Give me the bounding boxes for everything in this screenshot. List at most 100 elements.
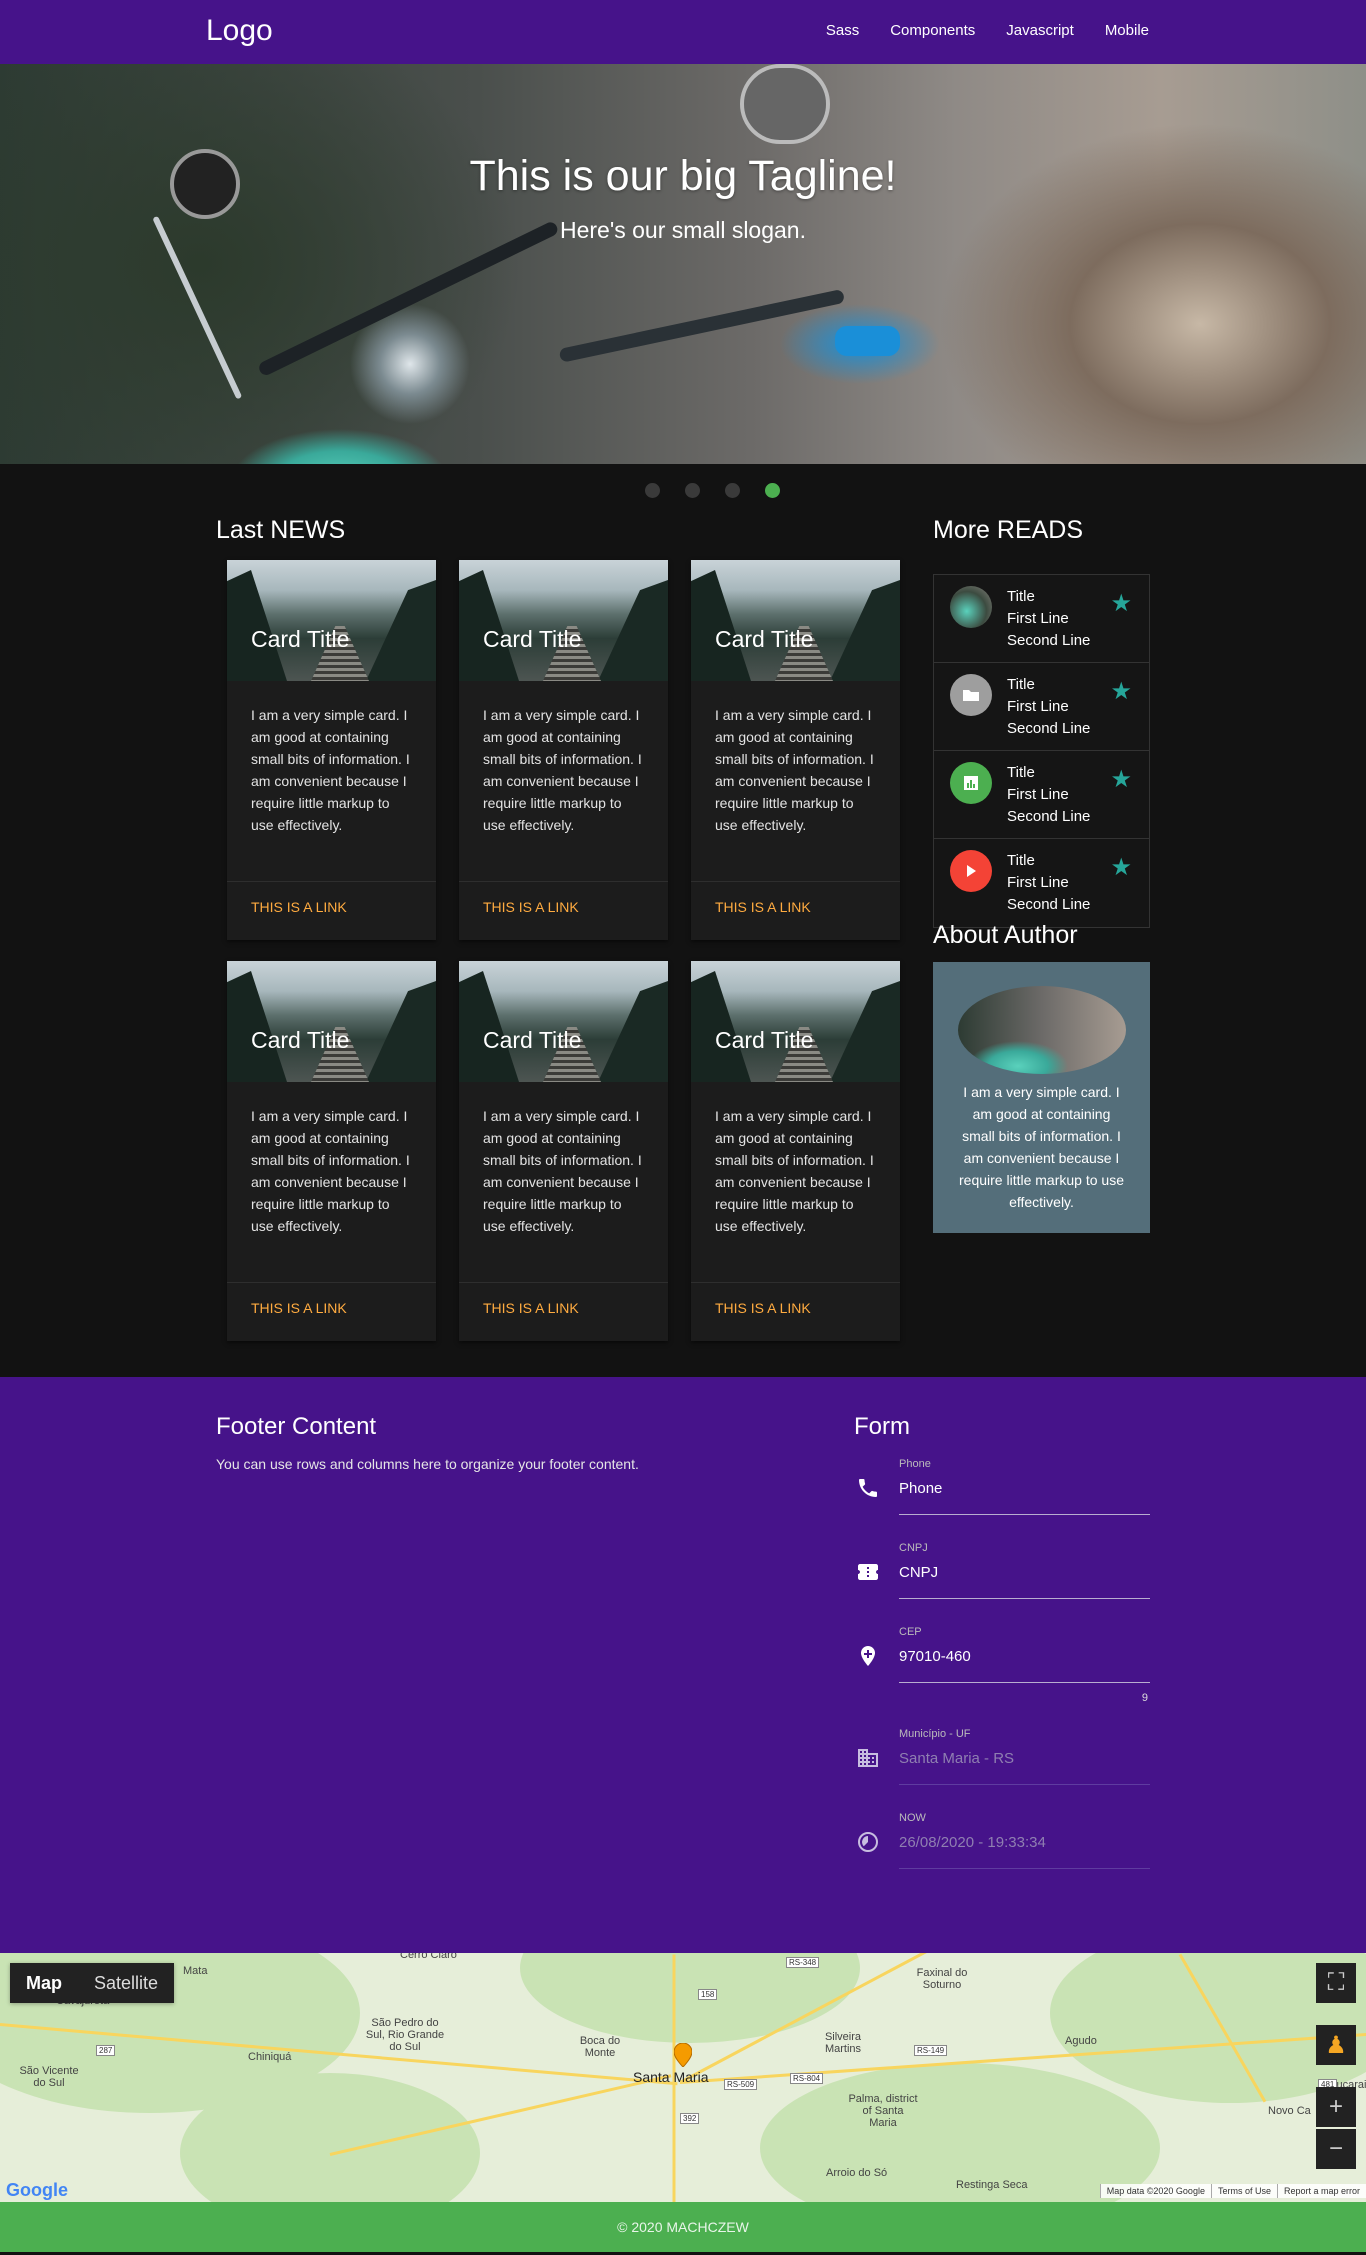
read-line: Second Line: [1007, 632, 1091, 649]
map-label: Arroio do Só: [826, 2167, 888, 2179]
card-link[interactable]: THIS IS A LINK: [459, 1282, 668, 1333]
star-icon[interactable]: ★: [1110, 853, 1132, 882]
card-text: I am a very simple card. I am good at co…: [483, 707, 642, 833]
about-section-title: About Author: [933, 921, 1078, 949]
read-line: First Line: [1007, 786, 1069, 803]
fullscreen-icon[interactable]: ⛶: [1316, 1963, 1356, 2003]
map-type-map-button[interactable]: Map: [10, 1963, 78, 2003]
footer-text: You can use rows and columns here to org…: [216, 1456, 639, 1472]
card-title: Card Title: [715, 626, 814, 652]
cep-label: CEP: [899, 1626, 922, 1638]
assessment-icon: [950, 762, 992, 804]
municipio-field: Município - UF Santa Maria - RS: [854, 1728, 1150, 1785]
list-item[interactable]: Title First Line Second Line ★: [934, 751, 1149, 839]
map-label: Faxinal do Soturno: [916, 1967, 968, 1991]
cep-field[interactable]: CEP 97010-460 9: [854, 1626, 1150, 1704]
card-title: Card Title: [715, 1027, 814, 1053]
list-item[interactable]: Title First Line Second Line ★: [934, 839, 1149, 927]
map-label: Boca do Monte: [579, 2035, 621, 2059]
phone-input[interactable]: Phone: [899, 1480, 942, 1497]
phone-icon: [859, 1479, 877, 1497]
card-image: Card Title: [459, 961, 668, 1082]
map-type-control: Map Satellite: [10, 1963, 175, 2003]
about-text: I am a very simple card. I am good at co…: [959, 1084, 1124, 1210]
nav-item-javascript[interactable]: Javascript: [1006, 22, 1074, 39]
star-icon[interactable]: ★: [1110, 765, 1132, 794]
card-image: Card Title: [459, 560, 668, 681]
cnpj-input[interactable]: CNPJ: [899, 1564, 938, 1581]
nav-item-mobile[interactable]: Mobile: [1105, 22, 1149, 39]
card-link[interactable]: THIS IS A LINK: [459, 881, 668, 932]
slide-indicator-3[interactable]: [724, 482, 740, 498]
slide-indicator-2[interactable]: [684, 482, 700, 498]
copyright-bar: © 2020 MACHCZEW: [0, 2202, 1366, 2252]
handlebar-grip-shape: [835, 326, 900, 356]
hero-slider: This is our big Tagline! Here's our smal…: [0, 64, 1366, 464]
read-title: Title: [1007, 588, 1035, 605]
card-image: Card Title: [227, 961, 436, 1082]
pegman-icon[interactable]: ♟: [1316, 2025, 1356, 2065]
phone-label: Phone: [899, 1458, 931, 1470]
road-badge: RS-509: [724, 2079, 758, 2090]
report-error-link[interactable]: Report a map error: [1276, 2184, 1366, 2198]
map-label: Santa Maria: [633, 2069, 709, 2085]
municipio-input: Santa Maria - RS: [899, 1750, 1015, 1767]
brand-logo[interactable]: Logo: [206, 14, 273, 48]
road-badge: RS-804: [790, 2073, 824, 2084]
cep-input[interactable]: 97010-460: [899, 1648, 971, 1665]
handlebar-shape: [558, 288, 846, 363]
card-link[interactable]: THIS IS A LINK: [227, 1282, 436, 1333]
news-card: Card Title I am a very simple card. I am …: [691, 961, 900, 1341]
nav-item-sass[interactable]: Sass: [826, 22, 859, 39]
card-image: Card Title: [691, 961, 900, 1082]
read-line: Second Line: [1007, 808, 1091, 825]
map-pin-icon[interactable]: [674, 2043, 692, 2067]
google-map[interactable]: Mata Cerro Claro Cavajureta São Pedro do…: [0, 1953, 1366, 2202]
cnpj-field[interactable]: CNPJ CNPJ: [854, 1542, 1150, 1599]
map-attribution: Map data ©2020 Google Terms of Use Repor…: [1099, 2184, 1366, 2198]
folder-icon: [950, 674, 992, 716]
slide-indicator-4[interactable]: [764, 482, 780, 498]
nav-menu: Sass Components Javascript Mobile: [826, 22, 1149, 39]
list-item[interactable]: Title First Line Second Line ★: [934, 663, 1149, 751]
map-label: Restinga Seca: [956, 2179, 1028, 2191]
hero-slogan: Here's our small slogan.: [560, 217, 806, 243]
phone-field[interactable]: Phone Phone: [854, 1458, 1150, 1515]
card-link[interactable]: THIS IS A LINK: [227, 881, 436, 932]
main-content: Last NEWS Card Title I am a very simple c…: [0, 516, 1366, 1377]
card-link[interactable]: THIS IS A LINK: [691, 881, 900, 932]
star-icon[interactable]: ★: [1110, 589, 1132, 618]
card-image: Card Title: [227, 560, 436, 681]
card-text: I am a very simple card. I am good at co…: [251, 1108, 410, 1234]
author-image: [958, 986, 1126, 1074]
top-navbar: Logo Sass Components Javascript Mobile: [0, 0, 1366, 64]
map-label: São Pedro do Sul, Rio Grande do Sul: [365, 2017, 445, 2053]
zoom-in-button[interactable]: +: [1316, 2087, 1356, 2127]
municipio-label: Município - UF: [899, 1728, 971, 1740]
timelapse-icon: [858, 1832, 878, 1852]
map-label: Chiniquá: [248, 2051, 292, 2063]
road-badge: 287: [96, 2045, 116, 2056]
road-badge: 158: [698, 1989, 718, 2000]
list-item[interactable]: Title First Line Second Line ★: [934, 575, 1149, 663]
card-title: Card Title: [251, 1027, 350, 1053]
news-card: Card Title I am a very simple card. I am …: [227, 961, 436, 1341]
read-line: First Line: [1007, 698, 1069, 715]
card-link[interactable]: THIS IS A LINK: [691, 1282, 900, 1333]
road-badge: RS-348: [786, 1957, 820, 1968]
now-input: 26/08/2020 - 19:33:34: [899, 1834, 1046, 1851]
business-icon: [858, 1749, 878, 1767]
card-title: Card Title: [483, 1027, 582, 1053]
news-card: Card Title I am a very simple card. I am …: [227, 560, 436, 940]
star-icon[interactable]: ★: [1110, 677, 1132, 706]
map-label: Agudo: [1065, 2035, 1097, 2047]
slide-indicator-1[interactable]: [644, 482, 660, 498]
zoom-out-button[interactable]: −: [1316, 2129, 1356, 2169]
read-line: First Line: [1007, 874, 1069, 891]
map-type-satellite-button[interactable]: Satellite: [78, 1963, 175, 2003]
page-footer: Footer Content You can use rows and colu…: [0, 1377, 1366, 1953]
map-label: Cerro Claro: [400, 1953, 457, 1961]
about-author-card: I am a very simple card. I am good at co…: [933, 962, 1150, 1233]
terms-link[interactable]: Terms of Use: [1210, 2184, 1277, 2198]
nav-item-components[interactable]: Components: [890, 22, 975, 39]
